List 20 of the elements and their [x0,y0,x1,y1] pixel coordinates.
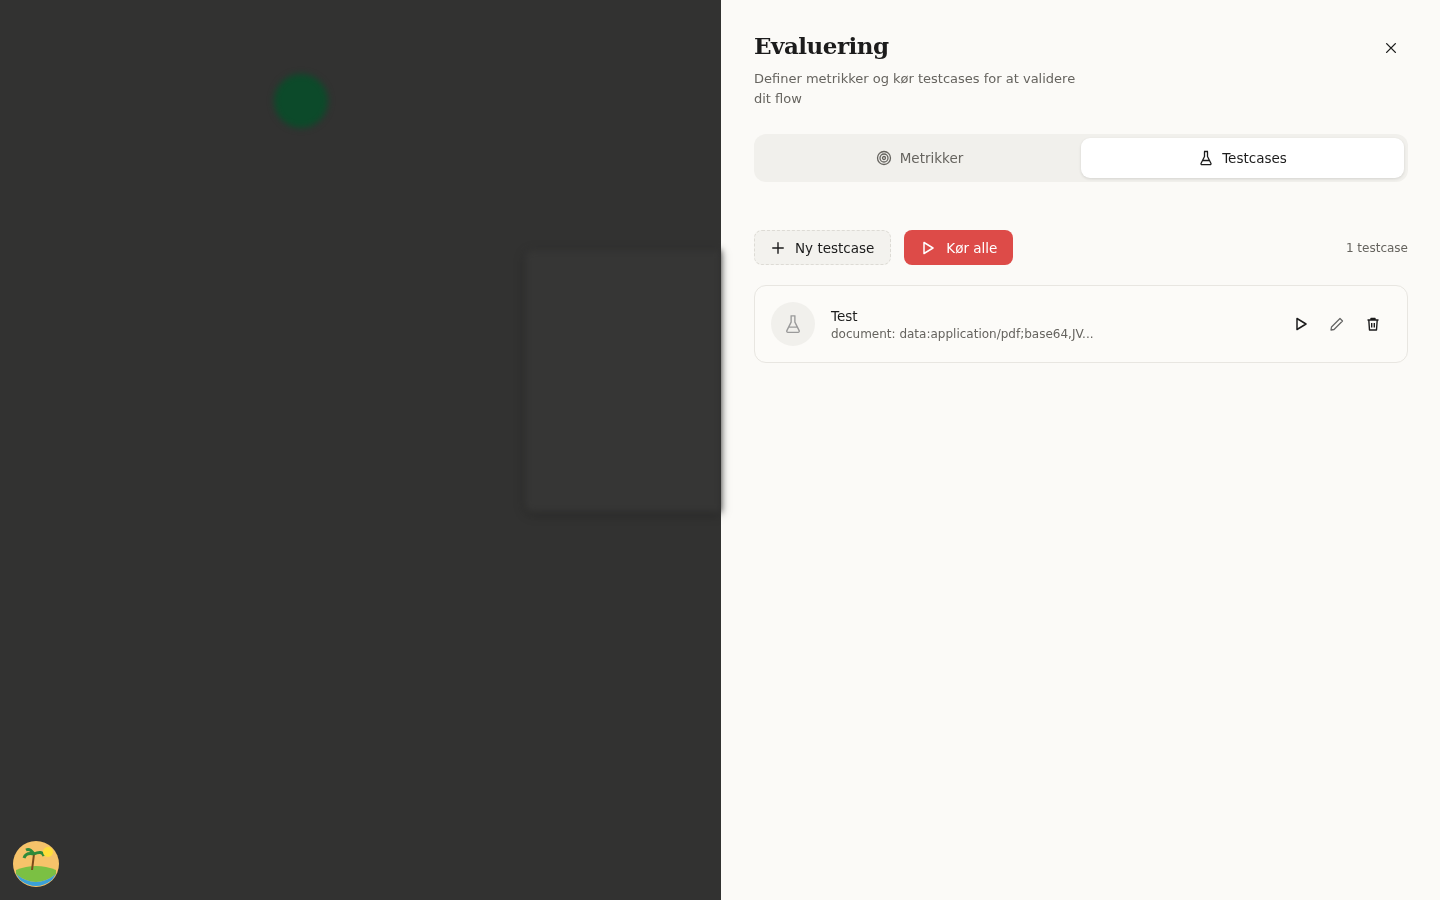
panel-title: Evaluering [754,32,890,59]
flask-badge-icon [771,302,815,346]
close-icon [1384,41,1398,55]
new-testcase-button[interactable]: Ny testcase [754,230,892,265]
target-icon [875,150,892,166]
flask-icon [1198,150,1215,166]
play-icon [1293,316,1309,332]
tab[interactable]: Metrikker [758,138,1081,178]
tab[interactable]: Testcases [1081,138,1404,178]
pencil-icon [1329,316,1345,332]
plus-icon [771,240,785,255]
testcase-detail: document: data:application/pdf;base64,JV... [831,326,1095,341]
run-all-button[interactable]: Kør alle [904,230,1014,265]
panel-subtitle: Definer metrikker og kør testcases for at validere dit flow [754,70,1077,108]
trash-icon [1365,316,1381,332]
play-icon [920,239,937,256]
island-avatar-icon [12,840,60,888]
blurred-circle [274,74,328,128]
testcase-count: 1 testcase [1345,240,1408,255]
testcase-name: Test [831,307,859,324]
